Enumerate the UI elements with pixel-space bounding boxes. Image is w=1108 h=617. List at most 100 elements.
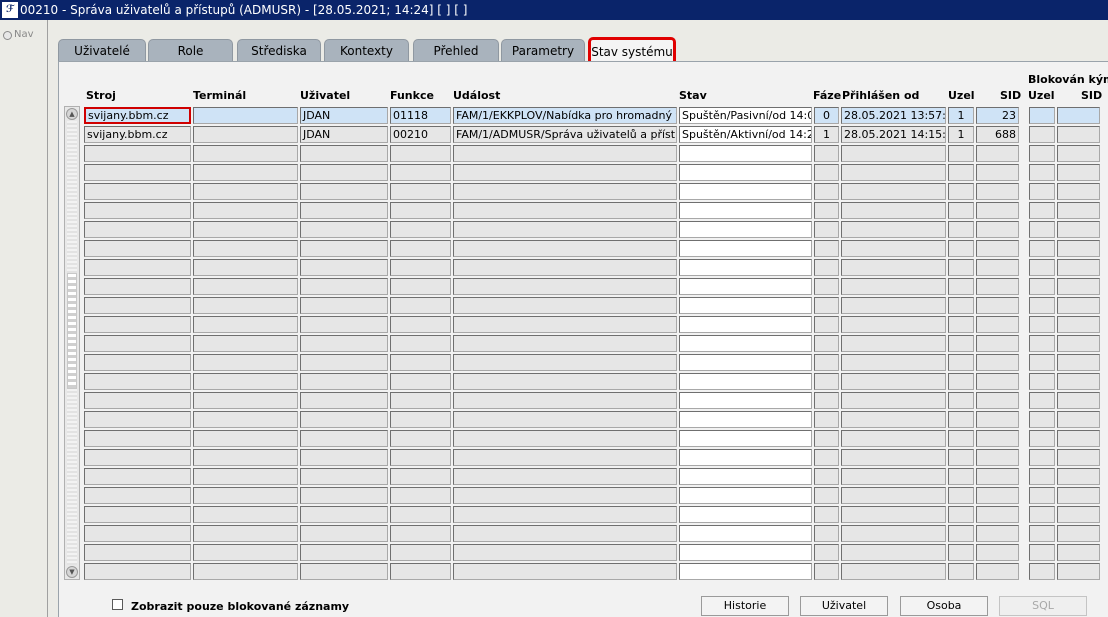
cell-sid[interactable] [976, 411, 1019, 428]
cell-node[interactable]: 1 [948, 107, 974, 124]
cell-phase[interactable] [814, 525, 839, 542]
cell-function[interactable] [390, 411, 451, 428]
scroll-thumb[interactable] [67, 273, 77, 389]
cell-user[interactable] [300, 240, 388, 257]
cell-blocked-node[interactable] [1029, 240, 1055, 257]
cell-phase[interactable] [814, 468, 839, 485]
cell-event[interactable]: FAM/1/EKKPLOV/Nabídka pro hromadný výběr [453, 107, 677, 124]
cell-machine[interactable] [84, 373, 191, 390]
cell-logged-since[interactable] [841, 316, 946, 333]
cell-phase[interactable] [814, 430, 839, 447]
cell-state[interactable] [679, 145, 812, 162]
tab-system-status[interactable]: Stav systému [588, 37, 676, 62]
cell-sid[interactable] [976, 240, 1019, 257]
cell-phase[interactable] [814, 297, 839, 314]
cell-node[interactable] [948, 240, 974, 257]
cell-logged-since[interactable] [841, 525, 946, 542]
cell-logged-since[interactable] [841, 563, 946, 580]
cell-blocked-sid[interactable] [1057, 506, 1100, 523]
cell-event[interactable] [453, 544, 677, 561]
cell-blocked-node[interactable] [1029, 316, 1055, 333]
cell-node[interactable] [948, 487, 974, 504]
cell-machine[interactable] [84, 145, 191, 162]
cell-phase[interactable] [814, 221, 839, 238]
cell-node[interactable] [948, 392, 974, 409]
cell-blocked-sid[interactable] [1057, 411, 1100, 428]
cell-blocked-node[interactable] [1029, 278, 1055, 295]
cell-node[interactable] [948, 525, 974, 542]
cell-blocked-sid[interactable] [1057, 183, 1100, 200]
cell-machine[interactable] [84, 487, 191, 504]
cell-function[interactable] [390, 297, 451, 314]
cell-logged-since[interactable] [841, 506, 946, 523]
cell-terminal[interactable] [193, 202, 298, 219]
cell-logged-since[interactable] [841, 468, 946, 485]
cell-machine[interactable]: svijany.bbm.cz [84, 107, 191, 124]
nav-label[interactable]: Nav [14, 29, 34, 40]
cell-event[interactable]: FAM/1/ADMUSR/Správa uživatelů a přístupů [453, 126, 677, 143]
cell-function[interactable] [390, 544, 451, 561]
cell-function[interactable] [390, 278, 451, 295]
cell-terminal[interactable] [193, 430, 298, 447]
cell-blocked-node[interactable] [1029, 525, 1055, 542]
cell-phase[interactable] [814, 183, 839, 200]
cell-user[interactable] [300, 183, 388, 200]
cell-sid[interactable]: 688 [976, 126, 1019, 143]
cell-blocked-sid[interactable] [1057, 354, 1100, 371]
cell-function[interactable] [390, 335, 451, 352]
cell-user[interactable] [300, 487, 388, 504]
cell-event[interactable] [453, 259, 677, 276]
cell-phase[interactable]: 1 [814, 126, 839, 143]
cell-function[interactable] [390, 468, 451, 485]
cell-node[interactable] [948, 468, 974, 485]
cell-state[interactable] [679, 506, 812, 523]
cell-blocked-node[interactable] [1029, 373, 1055, 390]
cell-blocked-node[interactable] [1029, 183, 1055, 200]
tab-users[interactable]: Uživatelé [58, 39, 146, 61]
scroll-down-icon[interactable]: ▼ [66, 566, 78, 578]
cell-logged-since[interactable] [841, 183, 946, 200]
cell-function[interactable] [390, 430, 451, 447]
cell-user[interactable] [300, 430, 388, 447]
cell-function[interactable]: 01118 [390, 107, 451, 124]
cell-logged-since[interactable] [841, 411, 946, 428]
cell-logged-since[interactable] [841, 221, 946, 238]
cell-event[interactable] [453, 373, 677, 390]
cell-terminal[interactable] [193, 316, 298, 333]
cell-machine[interactable] [84, 278, 191, 295]
cell-state[interactable] [679, 430, 812, 447]
tab-roles[interactable]: Role [148, 39, 233, 61]
cell-phase[interactable] [814, 335, 839, 352]
cell-machine[interactable] [84, 354, 191, 371]
cell-user[interactable] [300, 392, 388, 409]
cell-event[interactable] [453, 392, 677, 409]
cell-state[interactable] [679, 259, 812, 276]
cell-state[interactable] [679, 297, 812, 314]
scroll-up-icon[interactable]: ▲ [66, 108, 78, 120]
cell-logged-since[interactable]: 28.05.2021 13:57:13 [841, 107, 946, 124]
cell-user[interactable] [300, 259, 388, 276]
cell-terminal[interactable] [193, 487, 298, 504]
cell-terminal[interactable] [193, 240, 298, 257]
nav-radio-icon[interactable] [3, 31, 12, 40]
cell-terminal[interactable] [193, 373, 298, 390]
cell-phase[interactable] [814, 259, 839, 276]
cell-logged-since[interactable] [841, 278, 946, 295]
cell-blocked-sid[interactable] [1057, 240, 1100, 257]
cell-machine[interactable] [84, 525, 191, 542]
cell-node[interactable] [948, 544, 974, 561]
cell-state[interactable] [679, 278, 812, 295]
cell-function[interactable] [390, 240, 451, 257]
cell-terminal[interactable] [193, 164, 298, 181]
cell-logged-since[interactable] [841, 335, 946, 352]
cell-state[interactable] [679, 240, 812, 257]
cell-event[interactable] [453, 468, 677, 485]
cell-machine[interactable] [84, 297, 191, 314]
cell-node[interactable] [948, 563, 974, 580]
cell-state[interactable] [679, 525, 812, 542]
cell-blocked-sid[interactable] [1057, 107, 1100, 124]
cell-node[interactable] [948, 164, 974, 181]
cell-blocked-sid[interactable] [1057, 297, 1100, 314]
cell-user[interactable] [300, 525, 388, 542]
cell-function[interactable] [390, 164, 451, 181]
